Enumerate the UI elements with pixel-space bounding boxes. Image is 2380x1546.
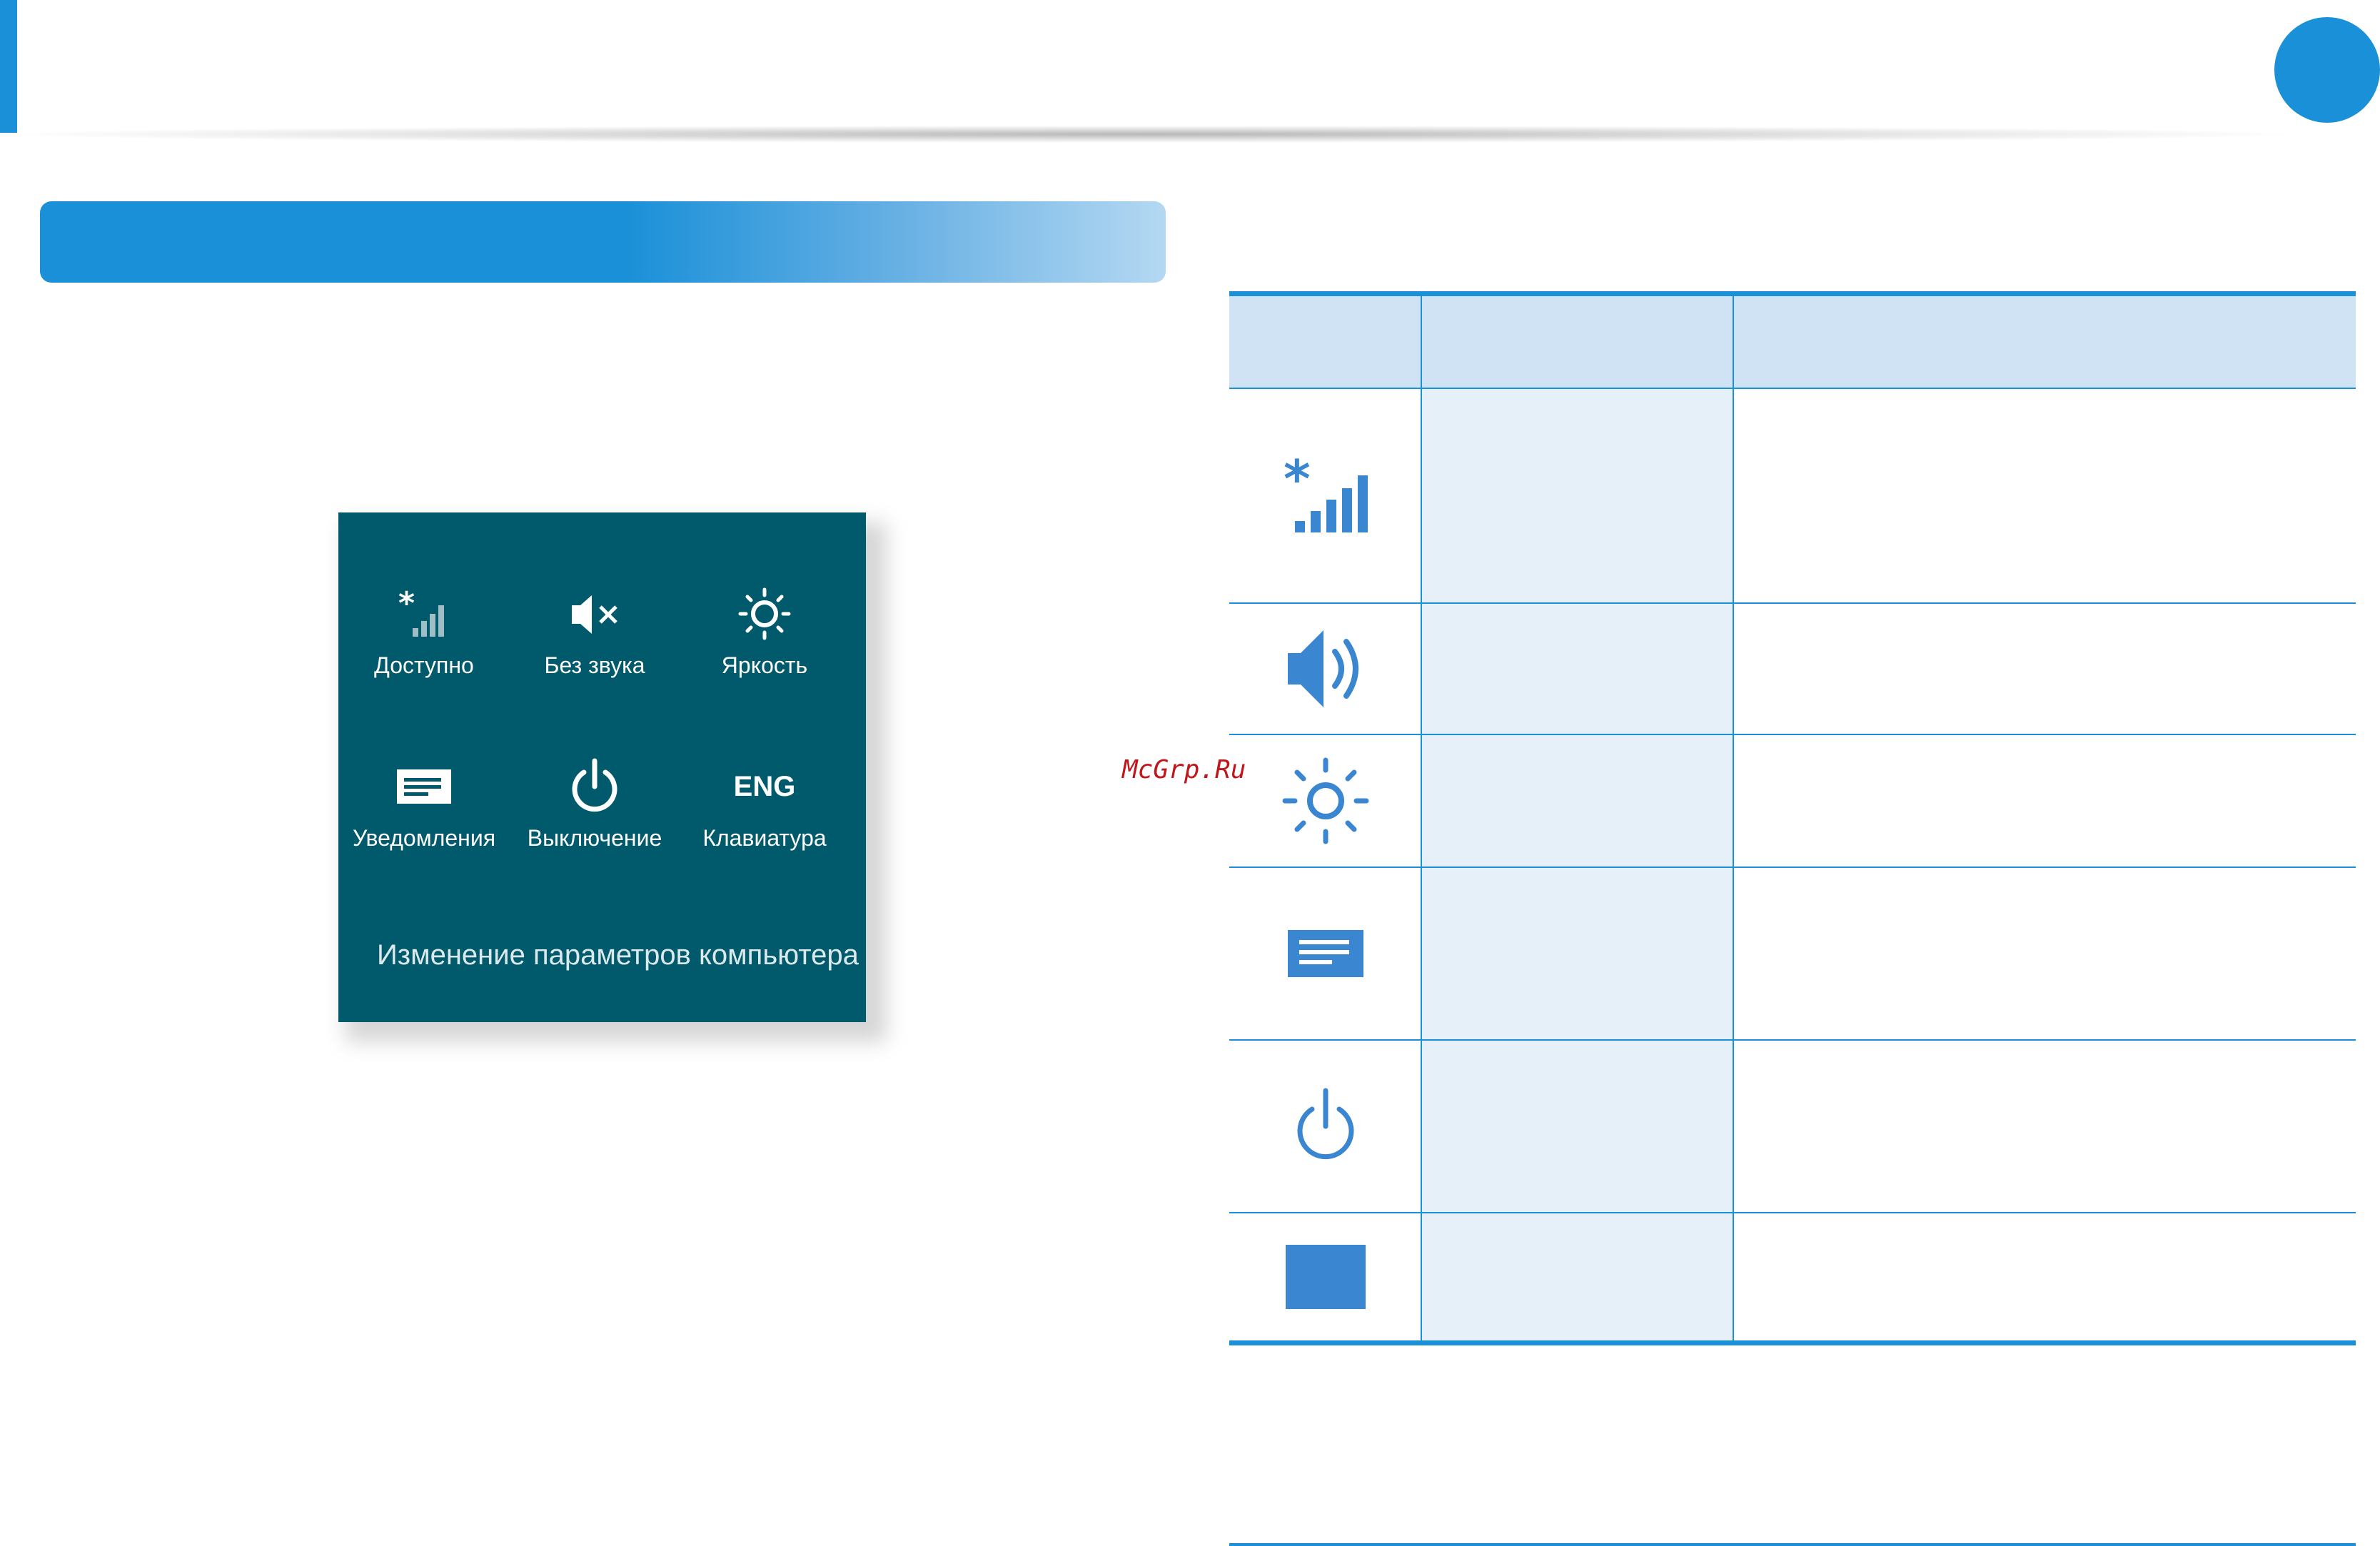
network-signal-icon: *	[1229, 389, 1422, 602]
tile-network[interactable]: * Доступно	[338, 578, 510, 721]
svg-text:*: *	[1284, 457, 1311, 509]
network-signal-icon: *	[338, 578, 510, 650]
keyboard-square-icon	[1229, 1213, 1422, 1340]
table-bottom-rule	[1229, 1340, 2356, 1345]
header-accent-bar	[0, 0, 17, 133]
tile-brightness[interactable]: Яркость	[679, 578, 850, 721]
tile-label: Яркость	[721, 652, 808, 678]
change-pc-settings-link[interactable]: Изменение параметров компьютера	[377, 939, 859, 971]
header-divider	[17, 126, 2287, 143]
section-title-bar	[40, 201, 1166, 283]
tile-label: Уведомления	[352, 825, 496, 851]
brightness-icon	[679, 578, 850, 650]
speaker-icon	[1229, 604, 1422, 734]
icon-reference-table: *	[1229, 291, 2356, 1345]
footer-rule	[1229, 1543, 2356, 1546]
notifications-icon	[1229, 868, 1422, 1039]
table-top-rule	[1229, 291, 2356, 296]
tile-volume[interactable]: Без звука	[509, 578, 680, 721]
settings-panel: * Доступно Без звука Яркость Уведомления…	[338, 512, 866, 1022]
tile-power[interactable]: Выключение	[509, 751, 680, 894]
page-marker-circle	[2274, 17, 2380, 123]
keyboard-language-indicator: ENG	[679, 751, 850, 822]
svg-text:*: *	[398, 585, 415, 622]
table-header-row	[1229, 296, 2356, 388]
brightness-icon	[1229, 735, 1422, 867]
table-name-column	[1422, 388, 1733, 1340]
watermark: McGrp.Ru	[1122, 755, 1246, 784]
table-column-divider	[1733, 296, 1734, 1340]
power-icon	[1229, 1041, 1422, 1212]
tile-notifications[interactable]: Уведомления	[338, 751, 510, 894]
tile-keyboard[interactable]: ENG Клавиатура	[679, 751, 850, 894]
tile-label: Доступно	[374, 652, 474, 678]
notifications-icon	[338, 751, 510, 822]
speaker-muted-icon	[509, 578, 680, 650]
tile-label: Клавиатура	[702, 825, 827, 851]
power-icon	[509, 751, 680, 822]
keyboard-language-text: ENG	[733, 770, 796, 802]
